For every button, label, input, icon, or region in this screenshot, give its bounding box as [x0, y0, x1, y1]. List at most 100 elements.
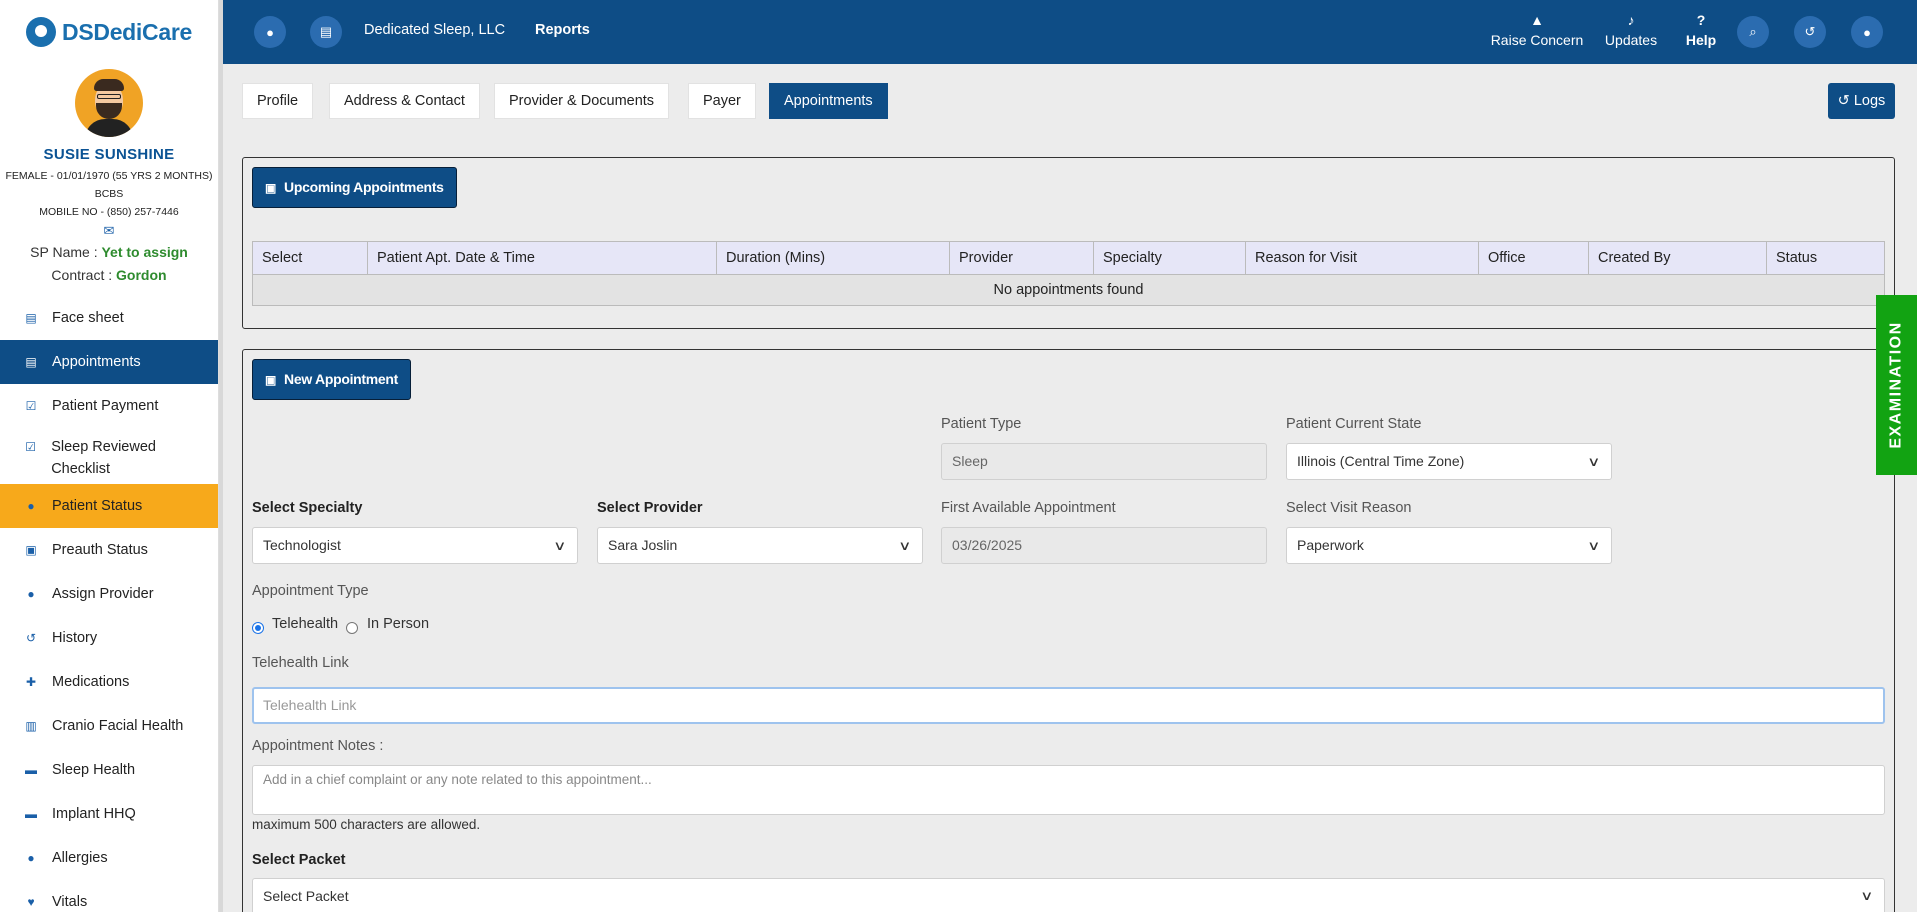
bed-icon: ▬	[25, 807, 37, 821]
sidebar-item-appointments[interactable]: ▤ Appointments	[0, 340, 218, 384]
envelope-icon[interactable]: ✉	[0, 221, 218, 241]
packet-select[interactable]: Select Packet ∨	[252, 878, 1885, 912]
raise-concern-button[interactable]: ▲ Raise Concern	[1487, 12, 1587, 48]
user-icon: ●	[27, 851, 35, 865]
upcoming-appointments-table: Select Patient Apt. Date & Time Duration…	[252, 241, 1885, 306]
patient-type-label: Patient Type	[941, 416, 1022, 432]
telehealth-link-label: Telehealth Link	[252, 655, 349, 671]
appointment-type-label: Appointment Type	[252, 583, 369, 599]
tab-address-contact[interactable]: Address & Contact	[329, 83, 480, 119]
sidebar-nav: ▤ Face sheet ▤ Appointments ☑ Patient Payme…	[0, 296, 218, 912]
specialty-select[interactable]: Technologist ∨	[252, 527, 578, 564]
tab-payer[interactable]: Payer	[688, 83, 756, 119]
patient-name: SUSIE SUNSHINE	[43, 146, 175, 163]
history-icon: ↺	[1837, 93, 1850, 109]
heart-icon: ♥	[27, 895, 35, 909]
history-icon[interactable]: ↺	[1794, 16, 1826, 48]
examination-tab[interactable]: EXAMINATION	[1876, 295, 1917, 475]
upcoming-appointments-button[interactable]: ▣ Upcoming Appointments	[252, 167, 457, 208]
patient-demographics: FEMALE - 01/01/1970 (55 YRS 2 MONTHS)	[5, 170, 213, 182]
sidebar-item-allergies[interactable]: ● Allergies	[0, 836, 218, 880]
checkbox-icon: ☑	[25, 399, 37, 413]
sidebar-item-assign-provider[interactable]: ● Assign Provider	[0, 572, 218, 616]
tab-provider-documents[interactable]: Provider & Documents	[494, 83, 670, 119]
patient-user-icon[interactable]: ●	[254, 16, 286, 48]
col-provider[interactable]: Provider	[949, 241, 1094, 275]
logo-icon	[26, 17, 57, 47]
tab-appointments[interactable]: Appointments	[769, 83, 888, 119]
col-status[interactable]: Status	[1766, 241, 1885, 275]
user-icon: ●	[27, 587, 35, 601]
col-apt-date-time[interactable]: Patient Apt. Date & Time	[367, 241, 717, 275]
sidebar-item-patient-status[interactable]: ● Patient Status	[0, 484, 218, 528]
org-name[interactable]: Dedicated Sleep, LLC	[364, 22, 505, 38]
in-person-radio[interactable]	[346, 622, 358, 634]
telehealth-radio-label[interactable]: Telehealth	[272, 616, 338, 632]
col-duration[interactable]: Duration (Mins)	[716, 241, 950, 275]
sidebar-item-sleep-reviewed-checklist[interactable]: ☑ Sleep Reviewed Checklist	[0, 428, 218, 484]
in-person-radio-label[interactable]: In Person	[367, 616, 429, 632]
col-specialty[interactable]: Specialty	[1093, 241, 1246, 275]
calendar-plus-icon: ▣	[265, 373, 277, 387]
history-icon: ↺	[25, 631, 37, 645]
specialty-label: Select Specialty	[252, 500, 363, 516]
sidebar-item-preauth-status[interactable]: ▣ Preauth Status	[0, 528, 218, 572]
user-profile-icon[interactable]: ●	[1851, 16, 1883, 48]
warning-icon: ▲	[1530, 12, 1544, 28]
chevron-down-icon: ∨	[1860, 888, 1874, 903]
contract-value: Gordon	[116, 267, 167, 283]
patient-insurance: BCBS	[94, 188, 124, 200]
help-button[interactable]: ? Help	[1679, 12, 1723, 48]
chevron-down-icon: ∨	[1587, 538, 1601, 553]
reports-link[interactable]: Reports	[535, 22, 590, 38]
patient-type-field: Sleep	[941, 443, 1267, 480]
provider-select[interactable]: Sara Joslin ∨	[597, 527, 923, 564]
checkbox-icon: ☑	[25, 440, 36, 454]
document-icon: ▤	[25, 311, 37, 325]
sp-name: SP Name : Yet to assign	[0, 241, 218, 264]
contract-label: Contract :	[51, 267, 113, 283]
contract: Contract : Gordon	[0, 264, 218, 287]
appointment-notes-label: Appointment Notes :	[252, 738, 384, 754]
first-available-field: 03/26/2025	[941, 527, 1267, 564]
plus-square-icon: ✚	[25, 675, 37, 689]
sidebar-item-vitals[interactable]: ♥ Vitals	[0, 880, 218, 912]
document-icon[interactable]: ▤	[310, 16, 342, 48]
col-reason[interactable]: Reason for Visit	[1245, 241, 1479, 275]
col-select[interactable]: Select	[252, 241, 368, 275]
sidebar-item-history[interactable]: ↺ History	[0, 616, 218, 660]
brand-name: DSDediCare	[62, 18, 192, 45]
id-card-icon: ▣	[25, 543, 37, 557]
sidebar-item-face-sheet[interactable]: ▤ Face sheet	[0, 296, 218, 340]
sidebar-scrollbar[interactable]	[219, 0, 223, 912]
patient-mobile: MOBILE NO - (850) 257-7446	[39, 206, 179, 218]
appointment-notes-textarea[interactable]: Add in a chief complaint or any note rel…	[252, 765, 1885, 815]
chevron-down-icon: ∨	[898, 538, 912, 553]
chevron-down-icon: ∨	[553, 538, 567, 553]
logs-button[interactable]: ↺ Logs	[1828, 83, 1895, 119]
visit-reason-select[interactable]: Paperwork ∨	[1286, 527, 1612, 564]
sidebar-item-implant-hhq[interactable]: ▬ Implant HHQ	[0, 792, 218, 836]
sidebar: DSDediCare SUSIE SUNSHINE FEMALE - 01/01…	[0, 0, 219, 912]
patient-current-state-label: Patient Current State	[1286, 416, 1422, 432]
brand-logo[interactable]: DSDediCare	[0, 0, 218, 64]
calendar-check-icon: ▣	[265, 181, 277, 195]
first-available-label: First Available Appointment	[941, 500, 1116, 516]
telehealth-link-input[interactable]: Telehealth Link	[252, 687, 1885, 724]
visit-reason-label: Select Visit Reason	[1286, 500, 1412, 516]
updates-button[interactable]: ♪ Updates	[1598, 12, 1664, 48]
telehealth-radio[interactable]	[252, 622, 264, 634]
search-icon[interactable]: ⌕	[1737, 16, 1769, 48]
medkit-icon: ▥	[25, 719, 37, 733]
new-appointment-button[interactable]: ▣ New Appointment	[252, 359, 412, 400]
sidebar-item-medications[interactable]: ✚ Medications	[0, 660, 218, 704]
patient-current-state-select[interactable]: Illinois (Central Time Zone) ∨	[1286, 443, 1612, 480]
tab-profile[interactable]: Profile	[242, 83, 314, 119]
sidebar-item-patient-payment[interactable]: ☑ Patient Payment	[0, 384, 218, 428]
sidebar-item-sleep-health[interactable]: ▬ Sleep Health	[0, 748, 218, 792]
col-office[interactable]: Office	[1478, 241, 1589, 275]
new-appointment-panel: ▣ New Appointment	[242, 349, 1895, 912]
col-created-by[interactable]: Created By	[1588, 241, 1767, 275]
sidebar-item-cranio-facial-health[interactable]: ▥ Cranio Facial Health	[0, 704, 218, 748]
provider-label: Select Provider	[597, 500, 703, 516]
